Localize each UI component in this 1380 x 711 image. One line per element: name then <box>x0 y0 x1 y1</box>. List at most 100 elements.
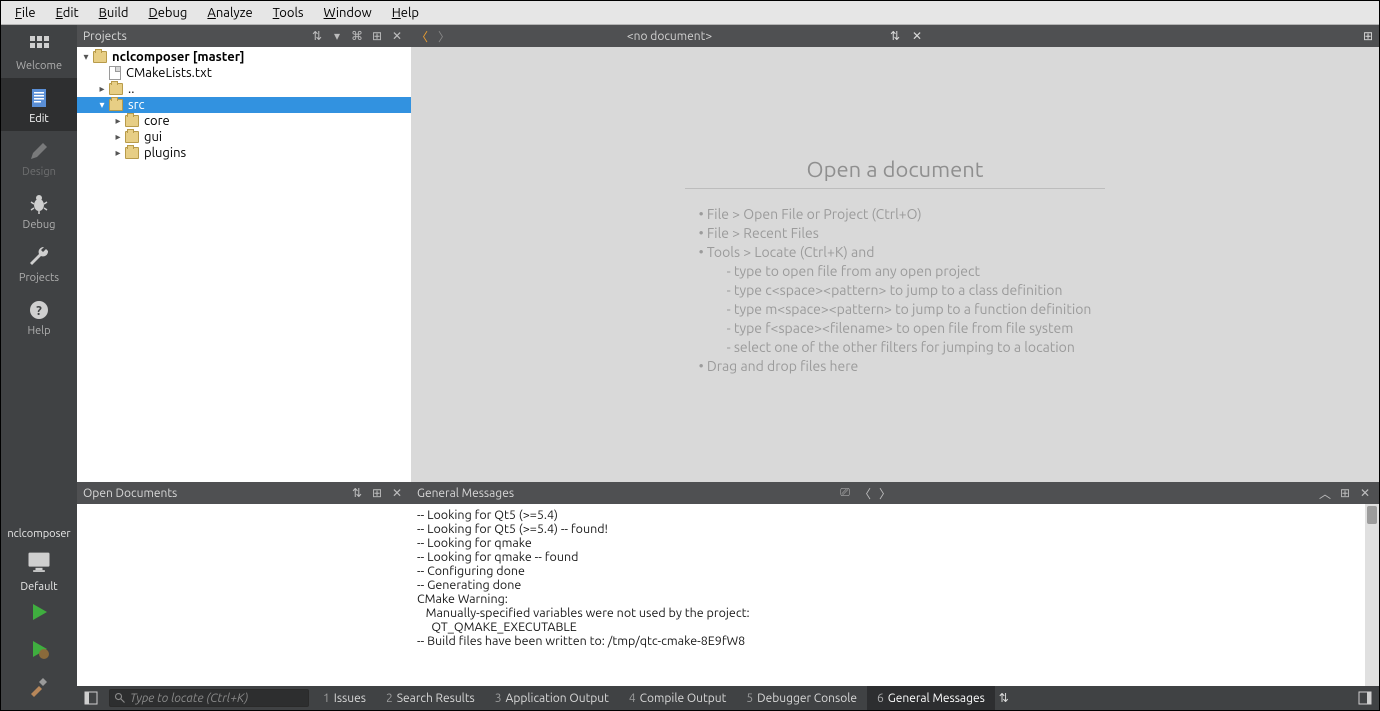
log-line: Manually-specified variables were not us… <box>417 606 1373 620</box>
updown-icon[interactable]: ⇅ <box>995 691 1013 705</box>
log-line: -- Build files have been written to: /tm… <box>417 634 1373 648</box>
play-icon <box>27 600 51 624</box>
toggle-right-sidebar-icon[interactable] <box>1351 686 1379 710</box>
chevron-up-icon[interactable]: ︿ <box>1317 485 1333 501</box>
log-line: -- Looking for qmake -- found <box>417 550 1373 564</box>
projects-pane: Projects ⇅ ▾ ⌘ ⊞ ✕ ▾ nclcomposer [master… <box>77 25 411 482</box>
tab-label: Issues <box>334 692 366 705</box>
nav-forward-icon[interactable]: 〉 <box>433 28 455 45</box>
prev-icon[interactable]: 〈 <box>857 485 873 501</box>
placeholder-line: Drag and drop files here <box>699 358 1092 374</box>
mode-debug[interactable]: Debug <box>1 184 77 237</box>
split-icon[interactable]: ⊞ <box>369 485 385 501</box>
expander-icon[interactable]: ▸ <box>113 115 123 127</box>
mode-edit[interactable]: Edit <box>1 78 77 131</box>
close-pane-icon[interactable]: ✕ <box>389 485 405 501</box>
project-tree[interactable]: ▾ nclcomposer [master] CMakeLists.txt ▸ … <box>77 47 411 482</box>
split-icon[interactable]: ⊞ <box>1337 485 1353 501</box>
mode-design: Design <box>1 131 77 184</box>
toggle-sidebar-icon[interactable] <box>77 686 105 710</box>
locator-input[interactable]: Type to locate (Ctrl+K) <box>109 689 309 707</box>
tree-plugins[interactable]: ▸ plugins <box>77 145 411 161</box>
nav-back-icon[interactable]: 〈 <box>411 28 433 45</box>
expander-icon[interactable]: ▸ <box>97 83 107 95</box>
folder-icon <box>109 83 123 95</box>
editor-area: 〈 〉 <no document> ⇅ ✕ ⊞ Open a document … <box>411 25 1379 482</box>
tab-search-results[interactable]: 2Search Results <box>376 686 485 710</box>
tab-compile-output[interactable]: 4Compile Output <box>619 686 736 710</box>
kit-config-label: Default <box>20 581 57 593</box>
hammer-icon <box>27 674 51 698</box>
close-doc-icon[interactable]: ✕ <box>906 29 928 43</box>
run-button[interactable] <box>27 600 51 627</box>
menu-analyze[interactable]: Analyze <box>197 4 262 22</box>
updown-icon[interactable]: ⇅ <box>309 28 325 44</box>
tree-core[interactable]: ▸ core <box>77 113 411 129</box>
menu-edit[interactable]: Edit <box>46 4 89 22</box>
mode-debug-label: Debug <box>23 219 56 231</box>
mode-projects-label: Projects <box>19 272 59 284</box>
placeholder-subline: select one of the other filters for jump… <box>699 339 1092 355</box>
tree-gui[interactable]: ▸ gui <box>77 129 411 145</box>
general-messages-header: General Messages ⎚ 〈 〉 ︿ ⊞ ✕ <box>411 482 1379 504</box>
expander-icon[interactable]: ▸ <box>113 147 123 159</box>
tree-dotdot[interactable]: ▸ .. <box>77 81 411 97</box>
tab-label: Debugger Console <box>757 692 857 705</box>
expander-icon[interactable]: ▾ <box>97 99 107 111</box>
expander-icon[interactable]: ▸ <box>113 131 123 143</box>
tree-src[interactable]: ▾ src <box>77 97 411 113</box>
tree-root-label: nclcomposer [master] <box>109 50 245 64</box>
menu-debug[interactable]: Debug <box>139 4 198 22</box>
mode-projects[interactable]: Projects <box>1 237 77 290</box>
mode-design-label: Design <box>22 166 56 178</box>
link-icon[interactable]: ⌘ <box>349 28 365 44</box>
folder-icon <box>125 131 139 143</box>
open-documents-pane: Open Documents ⇅ ⊞ ✕ <box>77 482 411 686</box>
filter-icon[interactable]: ▾ <box>329 28 345 44</box>
tab-label: Search Results <box>397 692 475 705</box>
messages-output[interactable]: -- Looking for Qt5 (>=5.4) -- Looking fo… <box>411 504 1379 686</box>
updown-icon[interactable]: ⇅ <box>349 485 365 501</box>
scrollbar[interactable] <box>1365 504 1379 686</box>
close-pane-icon[interactable]: ✕ <box>1357 485 1373 501</box>
mode-welcome[interactable]: Welcome <box>1 25 77 78</box>
run-debug-button[interactable] <box>27 637 51 664</box>
split-icon[interactable]: ⊞ <box>369 28 385 44</box>
kit-selector[interactable] <box>25 548 53 579</box>
close-pane-icon[interactable]: ✕ <box>389 28 405 44</box>
tab-label: Application Output <box>506 692 609 705</box>
tree-src-label: src <box>125 98 145 112</box>
scrollbar-thumb[interactable] <box>1367 506 1377 524</box>
folder-icon <box>109 99 123 111</box>
tree-file-cmakelists[interactable]: CMakeLists.txt <box>77 65 411 81</box>
placeholder-line: File > Recent Files <box>699 225 1092 241</box>
updown-icon[interactable]: ⇅ <box>884 29 906 43</box>
menu-tools[interactable]: Tools <box>263 4 314 22</box>
menu-window[interactable]: Window <box>314 4 382 22</box>
tab-debugger-console[interactable]: 5Debugger Console <box>736 686 867 710</box>
menu-help[interactable]: Help <box>382 4 429 22</box>
bottom-bar: Type to locate (Ctrl+K) 1Issues 2Search … <box>77 686 1379 710</box>
menu-file[interactable]: File <box>5 4 46 22</box>
menu-build[interactable]: Build <box>89 4 139 22</box>
tree-root[interactable]: ▾ nclcomposer [master] <box>77 49 411 65</box>
log-line: -- Configuring done <box>417 564 1373 578</box>
mode-help[interactable]: ? Help <box>1 290 77 343</box>
build-button[interactable] <box>27 674 51 701</box>
tab-issues[interactable]: 1Issues <box>313 686 376 710</box>
file-icon <box>109 66 121 80</box>
log-line: -- Looking for Qt5 (>=5.4) <box>417 508 1373 522</box>
editor-placeholder: Open a document File > Open File or Proj… <box>411 47 1379 482</box>
tab-application-output[interactable]: 3Application Output <box>485 686 619 710</box>
tab-label: Compile Output <box>640 692 727 705</box>
next-icon[interactable]: 〉 <box>877 485 893 501</box>
tab-general-messages[interactable]: 6General Messages <box>867 686 995 710</box>
expander-icon[interactable]: ▾ <box>81 51 91 63</box>
doc-title[interactable]: <no document> <box>455 30 884 43</box>
svg-text:?: ? <box>36 304 42 318</box>
log-line: -- Looking for qmake <box>417 536 1373 550</box>
folder-icon <box>93 51 107 63</box>
split-editor-icon[interactable]: ⊞ <box>1357 29 1379 43</box>
locator-placeholder: Type to locate (Ctrl+K) <box>130 692 248 705</box>
filter-icon[interactable]: ⎚ <box>837 485 853 501</box>
